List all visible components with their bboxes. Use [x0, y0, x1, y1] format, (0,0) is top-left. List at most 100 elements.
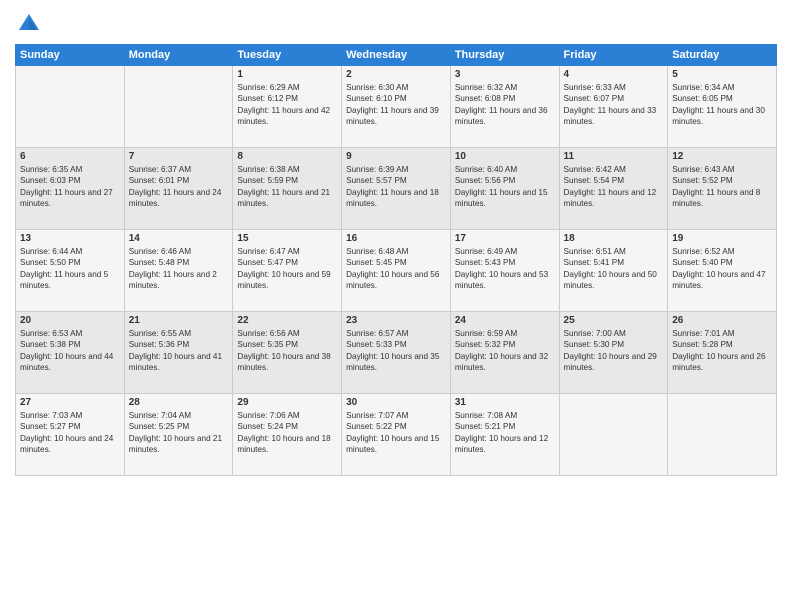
calendar-cell: 25 Sunrise: 7:00 AM Sunset: 5:30 PM Dayli…: [559, 312, 668, 394]
day-number: 30: [346, 397, 446, 408]
day-number: 2: [346, 69, 446, 80]
day-header-saturday: Saturday: [668, 45, 777, 66]
day-info: Sunrise: 6:44 AM Sunset: 5:50 PM Dayligh…: [20, 246, 120, 292]
day-info: Sunrise: 6:55 AM Sunset: 5:36 PM Dayligh…: [129, 328, 229, 374]
day-number: 22: [237, 315, 337, 326]
calendar-cell: [668, 394, 777, 476]
day-info: Sunrise: 6:29 AM Sunset: 6:12 PM Dayligh…: [237, 82, 337, 128]
logo: [15, 10, 47, 38]
header: [15, 10, 777, 38]
day-info: Sunrise: 6:52 AM Sunset: 5:40 PM Dayligh…: [672, 246, 772, 292]
day-number: 20: [20, 315, 120, 326]
week-row-1: 1 Sunrise: 6:29 AM Sunset: 6:12 PM Daylig…: [16, 66, 777, 148]
calendar-page: SundayMondayTuesdayWednesdayThursdayFrid…: [0, 0, 792, 612]
day-info: Sunrise: 6:56 AM Sunset: 5:35 PM Dayligh…: [237, 328, 337, 374]
calendar-cell: 17 Sunrise: 6:49 AM Sunset: 5:43 PM Dayli…: [450, 230, 559, 312]
calendar-cell: 6 Sunrise: 6:35 AM Sunset: 6:03 PM Daylig…: [16, 148, 125, 230]
day-info: Sunrise: 6:33 AM Sunset: 6:07 PM Dayligh…: [564, 82, 664, 128]
calendar-cell: 19 Sunrise: 6:52 AM Sunset: 5:40 PM Dayli…: [668, 230, 777, 312]
calendar-cell: 24 Sunrise: 6:59 AM Sunset: 5:32 PM Dayli…: [450, 312, 559, 394]
calendar-cell: 4 Sunrise: 6:33 AM Sunset: 6:07 PM Daylig…: [559, 66, 668, 148]
calendar-table: SundayMondayTuesdayWednesdayThursdayFrid…: [15, 44, 777, 476]
logo-icon: [15, 10, 43, 38]
week-row-2: 6 Sunrise: 6:35 AM Sunset: 6:03 PM Daylig…: [16, 148, 777, 230]
calendar-cell: 31 Sunrise: 7:08 AM Sunset: 5:21 PM Dayli…: [450, 394, 559, 476]
day-number: 26: [672, 315, 772, 326]
day-number: 24: [455, 315, 555, 326]
day-number: 19: [672, 233, 772, 244]
day-number: 25: [564, 315, 664, 326]
calendar-cell: 3 Sunrise: 6:32 AM Sunset: 6:08 PM Daylig…: [450, 66, 559, 148]
calendar-cell: 22 Sunrise: 6:56 AM Sunset: 5:35 PM Dayli…: [233, 312, 342, 394]
calendar-cell: 28 Sunrise: 7:04 AM Sunset: 5:25 PM Dayli…: [124, 394, 233, 476]
day-number: 18: [564, 233, 664, 244]
day-number: 15: [237, 233, 337, 244]
calendar-cell: 10Sunrise: 6:40 AM Sunset: 5:56 PM Dayli…: [450, 148, 559, 230]
calendar-cell: 2 Sunrise: 6:30 AM Sunset: 6:10 PM Daylig…: [342, 66, 451, 148]
day-info: Sunrise: 6:46 AM Sunset: 5:48 PM Dayligh…: [129, 246, 229, 292]
day-number: 5: [672, 69, 772, 80]
calendar-cell: 26 Sunrise: 7:01 AM Sunset: 5:28 PM Dayli…: [668, 312, 777, 394]
calendar-cell: 29 Sunrise: 7:06 AM Sunset: 5:24 PM Dayli…: [233, 394, 342, 476]
day-info: Sunrise: 6:42 AM Sunset: 5:54 PM Dayligh…: [564, 164, 664, 210]
day-number: 1: [237, 69, 337, 80]
day-info: Sunrise: 7:06 AM Sunset: 5:24 PM Dayligh…: [237, 410, 337, 456]
day-info: Sunrise: 7:01 AM Sunset: 5:28 PM Dayligh…: [672, 328, 772, 374]
day-info: Sunrise: 6:40 AM Sunset: 5:56 PM Dayligh…: [455, 164, 555, 210]
day-info: Sunrise: 6:30 AM Sunset: 6:10 PM Dayligh…: [346, 82, 446, 128]
day-info: Sunrise: 6:57 AM Sunset: 5:33 PM Dayligh…: [346, 328, 446, 374]
day-number: 29: [237, 397, 337, 408]
day-header-sunday: Sunday: [16, 45, 125, 66]
calendar-cell: 7Sunrise: 6:37 AM Sunset: 6:01 PM Daylig…: [124, 148, 233, 230]
day-info: Sunrise: 7:04 AM Sunset: 5:25 PM Dayligh…: [129, 410, 229, 456]
day-info: Sunrise: 6:47 AM Sunset: 5:47 PM Dayligh…: [237, 246, 337, 292]
day-number: 28: [129, 397, 229, 408]
day-info: Sunrise: 7:00 AM Sunset: 5:30 PM Dayligh…: [564, 328, 664, 374]
day-number: 6: [20, 151, 120, 162]
day-info: Sunrise: 6:43 AM Sunset: 5:52 PM Dayligh…: [672, 164, 772, 210]
day-number: 4: [564, 69, 664, 80]
calendar-cell: 18 Sunrise: 6:51 AM Sunset: 5:41 PM Dayli…: [559, 230, 668, 312]
calendar-cell: 16Sunrise: 6:48 AM Sunset: 5:45 PM Dayli…: [342, 230, 451, 312]
week-row-5: 27 Sunrise: 7:03 AM Sunset: 5:27 PM Dayli…: [16, 394, 777, 476]
day-number: 11: [564, 151, 664, 162]
day-info: Sunrise: 7:07 AM Sunset: 5:22 PM Dayligh…: [346, 410, 446, 456]
day-info: Sunrise: 7:08 AM Sunset: 5:21 PM Dayligh…: [455, 410, 555, 456]
calendar-cell: 5 Sunrise: 6:34 AM Sunset: 6:05 PM Daylig…: [668, 66, 777, 148]
calendar-cell: 27 Sunrise: 7:03 AM Sunset: 5:27 PM Dayli…: [16, 394, 125, 476]
calendar-cell: [559, 394, 668, 476]
calendar-cell: 21 Sunrise: 6:55 AM Sunset: 5:36 PM Dayli…: [124, 312, 233, 394]
calendar-cell: 20Sunrise: 6:53 AM Sunset: 5:38 PM Dayli…: [16, 312, 125, 394]
day-header-monday: Monday: [124, 45, 233, 66]
day-number: 31: [455, 397, 555, 408]
calendar-body: 1 Sunrise: 6:29 AM Sunset: 6:12 PM Daylig…: [16, 66, 777, 476]
day-info: Sunrise: 6:51 AM Sunset: 5:41 PM Dayligh…: [564, 246, 664, 292]
day-header-tuesday: Tuesday: [233, 45, 342, 66]
day-info: Sunrise: 7:03 AM Sunset: 5:27 PM Dayligh…: [20, 410, 120, 456]
calendar-cell: 15 Sunrise: 6:47 AM Sunset: 5:47 PM Dayli…: [233, 230, 342, 312]
day-info: Sunrise: 6:49 AM Sunset: 5:43 PM Dayligh…: [455, 246, 555, 292]
week-row-4: 20Sunrise: 6:53 AM Sunset: 5:38 PM Dayli…: [16, 312, 777, 394]
day-number: 3: [455, 69, 555, 80]
day-number: 12: [672, 151, 772, 162]
day-info: Sunrise: 6:35 AM Sunset: 6:03 PM Dayligh…: [20, 164, 120, 210]
calendar-cell: 12 Sunrise: 6:43 AM Sunset: 5:52 PM Dayli…: [668, 148, 777, 230]
day-number: 21: [129, 315, 229, 326]
day-number: 17: [455, 233, 555, 244]
day-number: 27: [20, 397, 120, 408]
day-header-wednesday: Wednesday: [342, 45, 451, 66]
day-number: 23: [346, 315, 446, 326]
day-header-friday: Friday: [559, 45, 668, 66]
day-info: Sunrise: 6:59 AM Sunset: 5:32 PM Dayligh…: [455, 328, 555, 374]
calendar-cell: 30 Sunrise: 7:07 AM Sunset: 5:22 PM Dayli…: [342, 394, 451, 476]
day-info: Sunrise: 6:37 AM Sunset: 6:01 PM Dayligh…: [129, 164, 229, 210]
calendar-cell: [124, 66, 233, 148]
day-header-thursday: Thursday: [450, 45, 559, 66]
day-info: Sunrise: 6:34 AM Sunset: 6:05 PM Dayligh…: [672, 82, 772, 128]
day-info: Sunrise: 6:32 AM Sunset: 6:08 PM Dayligh…: [455, 82, 555, 128]
calendar-cell: 8 Sunrise: 6:38 AM Sunset: 5:59 PM Daylig…: [233, 148, 342, 230]
day-info: Sunrise: 6:38 AM Sunset: 5:59 PM Dayligh…: [237, 164, 337, 210]
calendar-cell: 13Sunrise: 6:44 AM Sunset: 5:50 PM Dayli…: [16, 230, 125, 312]
header-row: SundayMondayTuesdayWednesdayThursdayFrid…: [16, 45, 777, 66]
day-number: 8: [237, 151, 337, 162]
